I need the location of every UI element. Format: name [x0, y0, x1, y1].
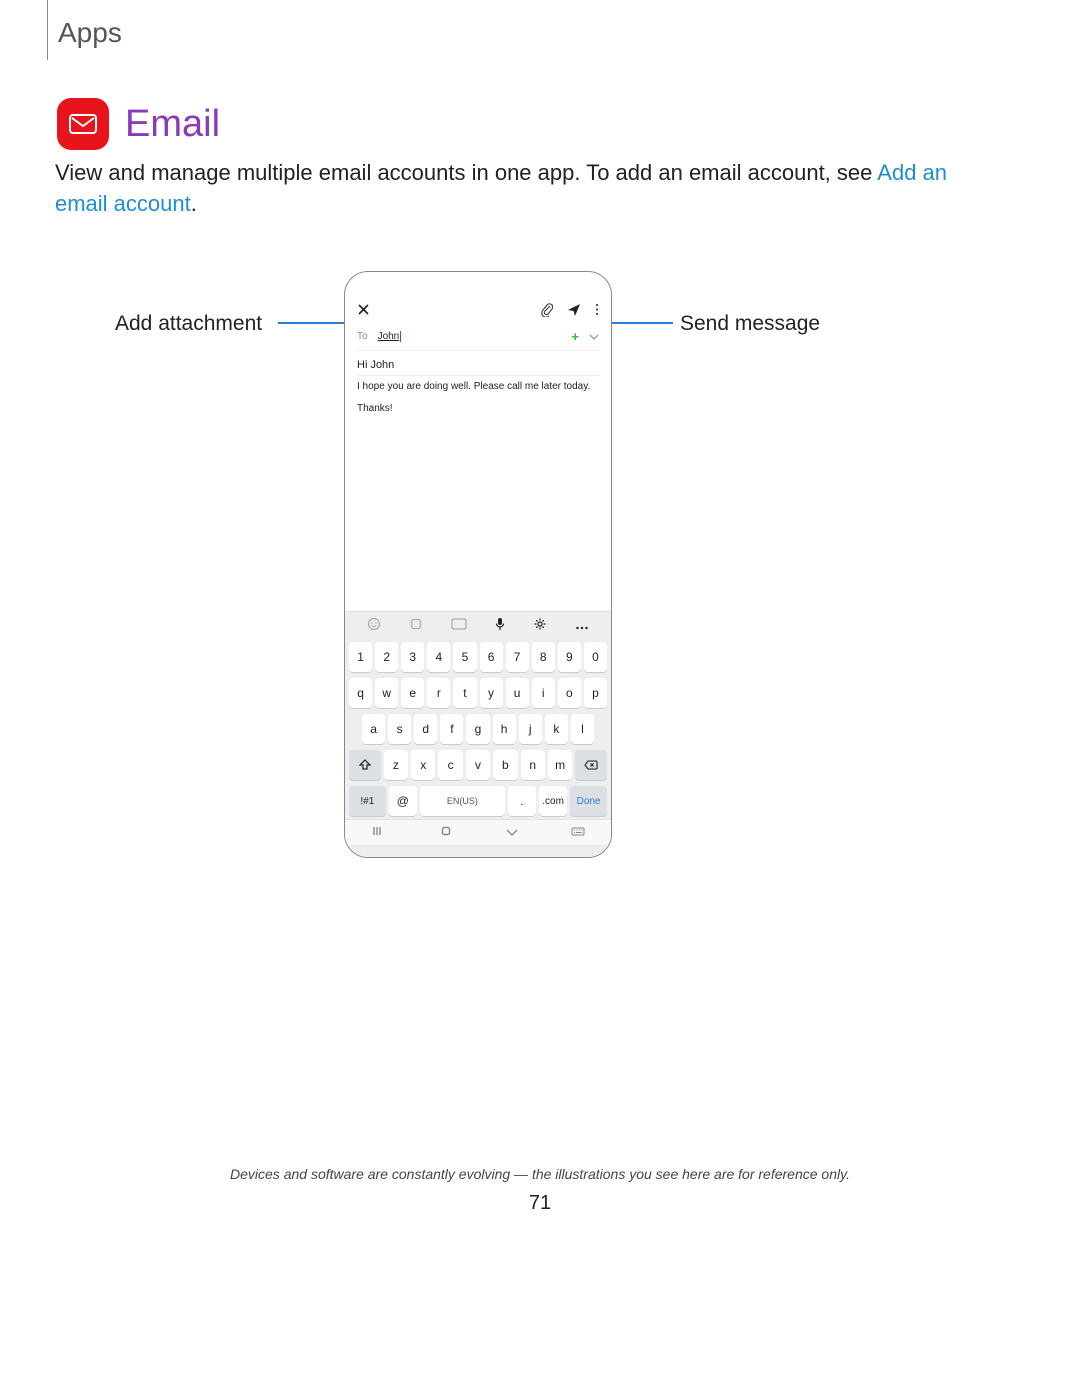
key-h[interactable]: h [493, 714, 516, 744]
page-number: 71 [0, 1192, 1080, 1215]
key-5[interactable]: 5 [453, 642, 476, 672]
key-w[interactable]: w [375, 678, 398, 708]
email-app-icon [57, 98, 109, 150]
key-n[interactable]: n [521, 750, 545, 780]
space-key[interactable]: EN(US) [420, 786, 505, 816]
symbols-key[interactable]: !#1 [349, 786, 386, 816]
backspace-icon [584, 760, 598, 770]
key-m[interactable]: m [548, 750, 572, 780]
keyboard-row-asdf: a s d f g h j k l [345, 711, 611, 747]
backspace-key[interactable] [575, 750, 607, 780]
page-heading: Email [125, 103, 220, 146]
keyboard-row-zxcv: z x c v b n m [345, 747, 611, 783]
key-8[interactable]: 8 [532, 642, 555, 672]
key-z[interactable]: z [384, 750, 408, 780]
recents-nav-icon[interactable] [372, 825, 386, 840]
intro-text-1: View and manage multiple email accounts … [55, 160, 877, 185]
microphone-icon[interactable] [495, 617, 505, 634]
email-body-line[interactable]: Thanks! [345, 398, 611, 420]
shift-key[interactable] [349, 750, 381, 780]
shift-icon [359, 759, 371, 771]
key-q[interactable]: q [349, 678, 372, 708]
key-0[interactable]: 0 [584, 642, 607, 672]
key-7[interactable]: 7 [506, 642, 529, 672]
phone-mockup: To John + Hi John I hope you are doing w… [344, 271, 612, 858]
key-1[interactable]: 1 [349, 642, 372, 672]
emoji-icon[interactable] [367, 617, 381, 634]
back-nav-icon[interactable] [506, 826, 518, 840]
key-4[interactable]: 4 [427, 642, 450, 672]
key-i[interactable]: i [532, 678, 555, 708]
expand-recipients-icon[interactable] [589, 331, 599, 343]
key-s[interactable]: s [388, 714, 411, 744]
key-c[interactable]: c [438, 750, 462, 780]
key-p[interactable]: p [584, 678, 607, 708]
callout-send-message: Send message [680, 312, 820, 336]
home-nav-icon[interactable] [439, 824, 453, 841]
keyboard-toolbar [345, 611, 611, 639]
more-icon[interactable] [595, 303, 599, 316]
key-f[interactable]: f [440, 714, 463, 744]
heading-row: Email [57, 98, 220, 150]
callout-add-attachment: Add attachment [115, 312, 262, 336]
key-d[interactable]: d [414, 714, 437, 744]
dotcom-key[interactable]: .com [539, 786, 567, 816]
key-2[interactable]: 2 [375, 642, 398, 672]
key-u[interactable]: u [506, 678, 529, 708]
key-y[interactable]: y [480, 678, 503, 708]
key-e[interactable]: e [401, 678, 424, 708]
envelope-icon [69, 114, 97, 134]
key-6[interactable]: 6 [480, 642, 503, 672]
sticker-icon[interactable] [409, 617, 423, 634]
on-screen-keyboard: 1 2 3 4 5 6 7 8 9 0 q w e r t y u i o p … [345, 611, 611, 857]
close-icon[interactable] [357, 303, 370, 316]
to-recipient[interactable]: John [378, 331, 402, 342]
intro-text-2: . [191, 191, 197, 216]
key-r[interactable]: r [427, 678, 450, 708]
key-a[interactable]: a [362, 714, 385, 744]
done-key[interactable]: Done [570, 786, 607, 816]
attachment-icon[interactable] [541, 303, 553, 317]
more-keyboard-icon[interactable] [575, 618, 589, 633]
key-x[interactable]: x [411, 750, 435, 780]
dot-key[interactable]: . [508, 786, 536, 816]
keyboard-row-numbers: 1 2 3 4 5 6 7 8 9 0 [345, 639, 611, 675]
key-g[interactable]: g [466, 714, 489, 744]
section-title: Apps [58, 17, 122, 49]
key-v[interactable]: v [466, 750, 490, 780]
section-divider [47, 0, 48, 60]
footer-note: Devices and software are constantly evol… [0, 1166, 1080, 1182]
key-l[interactable]: l [571, 714, 594, 744]
email-subject[interactable]: Hi John [345, 351, 611, 375]
to-label: To [357, 331, 368, 342]
at-key[interactable]: @ [389, 786, 417, 816]
keyboard-row-qwerty: q w e r t y u i o p [345, 675, 611, 711]
key-t[interactable]: t [453, 678, 476, 708]
send-icon[interactable] [567, 303, 581, 317]
email-body-line[interactable]: I hope you are doing well. Please call m… [345, 376, 611, 398]
compose-toolbar [345, 296, 611, 323]
add-recipient-icon[interactable]: + [571, 329, 579, 344]
status-bar [345, 272, 611, 296]
key-9[interactable]: 9 [558, 642, 581, 672]
keyboard-hide-icon[interactable] [571, 826, 585, 840]
keyboard-row-bottom: !#1 @ EN(US) . .com Done [345, 783, 611, 819]
key-3[interactable]: 3 [401, 642, 424, 672]
key-j[interactable]: j [519, 714, 542, 744]
key-k[interactable]: k [545, 714, 568, 744]
to-field-row: To John + [345, 323, 611, 350]
gif-icon[interactable] [451, 618, 467, 633]
key-o[interactable]: o [558, 678, 581, 708]
intro-paragraph: View and manage multiple email accounts … [55, 158, 960, 220]
key-b[interactable]: b [493, 750, 517, 780]
settings-icon[interactable] [533, 617, 547, 634]
android-nav-bar [345, 819, 611, 845]
